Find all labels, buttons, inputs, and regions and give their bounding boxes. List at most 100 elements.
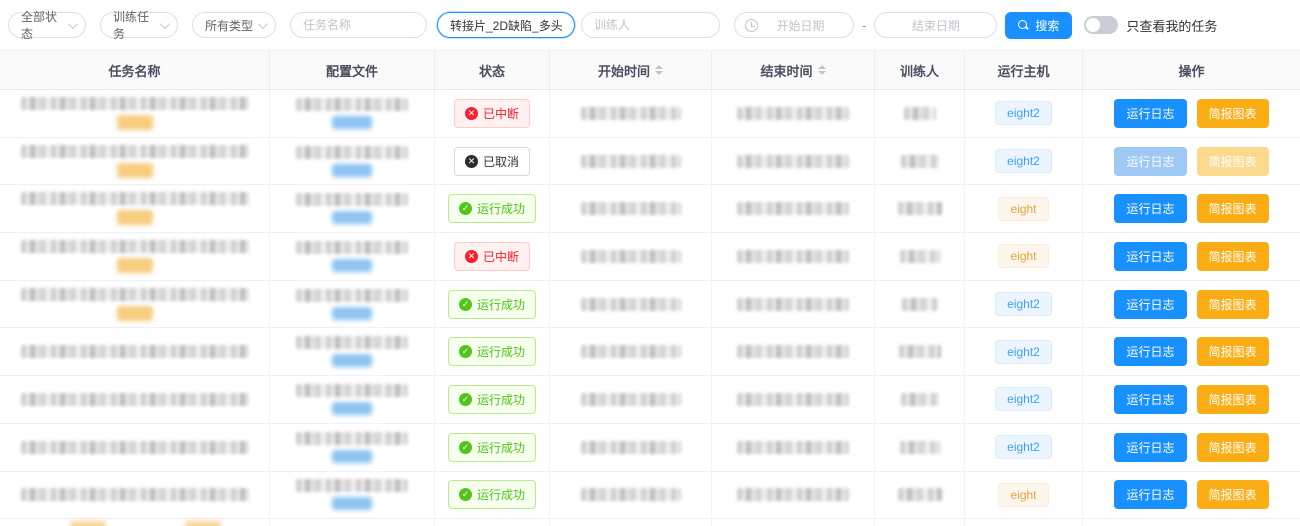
only-my-tasks-toggle[interactable] xyxy=(1084,16,1118,34)
start-time-cell xyxy=(550,376,712,424)
task-name-search-input[interactable] xyxy=(438,13,574,37)
start-time-cell xyxy=(550,233,712,281)
report-chart-button[interactable]: 简报图表 xyxy=(1197,99,1269,128)
status-cell: ✕已中断 xyxy=(435,90,550,138)
category-select[interactable]: 所有类型 xyxy=(192,12,276,38)
trainer-cell xyxy=(875,90,965,138)
host-tag: eight2 xyxy=(995,387,1052,411)
redacted-end-time xyxy=(737,202,849,215)
redacted-config-link[interactable] xyxy=(332,497,372,510)
status-label: 运行成功 xyxy=(477,391,525,408)
report-chart-button[interactable]: 简报图表 xyxy=(1197,290,1269,319)
trainer-cell xyxy=(875,519,965,526)
start-time-cell xyxy=(550,185,712,233)
start-time-cell xyxy=(550,519,712,526)
redacted-config-link[interactable] xyxy=(332,116,372,129)
status-badge: ✕已中断 xyxy=(454,242,530,271)
task-name-input[interactable] xyxy=(291,13,426,37)
sort-icon[interactable] xyxy=(818,65,826,75)
run-log-button[interactable]: 运行日志 xyxy=(1114,433,1186,462)
run-log-button[interactable]: 运行日志 xyxy=(1114,242,1186,271)
redacted-trainer xyxy=(900,441,940,454)
end-date-placeholder: 结束日期 xyxy=(885,17,986,34)
status-badge: ✕已中断 xyxy=(454,99,530,128)
redacted-task-name xyxy=(21,345,249,358)
start-date-picker[interactable]: 开始日期 xyxy=(734,12,854,38)
end-time-cell xyxy=(712,233,875,281)
start-time-cell xyxy=(550,472,712,520)
host-tag: eight2 xyxy=(995,292,1052,316)
redacted-end-time xyxy=(737,488,849,501)
column-header-start-time[interactable]: 开始时间 xyxy=(550,51,712,89)
sort-icon[interactable] xyxy=(655,65,663,75)
redacted-config-name xyxy=(296,432,408,445)
host-cell: eight2 xyxy=(965,281,1083,329)
run-log-button[interactable]: 运行日志 xyxy=(1114,480,1186,509)
start-time-cell xyxy=(550,90,712,138)
run-log-button: 运行日志 xyxy=(1114,147,1186,176)
table-header: 任务名称 配置文件 状态 开始时间 结束时间 训练人 运行主机 操作 xyxy=(0,50,1300,90)
column-header-status: 状态 xyxy=(435,51,550,89)
trainer-cell xyxy=(875,233,965,281)
end-time-cell xyxy=(712,90,875,138)
start-time-cell xyxy=(550,424,712,472)
redacted-config-link[interactable] xyxy=(332,450,372,463)
redacted-config-link[interactable] xyxy=(332,259,372,272)
actions-cell: 运行日志简报图表 xyxy=(1083,233,1300,281)
trainer-cell xyxy=(875,281,965,329)
close-circle-icon: ✕ xyxy=(465,107,478,120)
redacted-end-time xyxy=(737,250,849,263)
redacted-trainer xyxy=(904,107,936,120)
host-tag: eight2 xyxy=(995,101,1052,125)
end-date-picker[interactable]: 结束日期 xyxy=(874,12,997,38)
redacted-task-name xyxy=(21,145,249,158)
column-header-end-time[interactable]: 结束时间 xyxy=(712,51,875,89)
redacted-start-time xyxy=(581,202,681,215)
config-file-cell xyxy=(270,519,435,526)
search-button[interactable]: 搜索 xyxy=(1005,12,1072,39)
run-log-button[interactable]: 运行日志 xyxy=(1114,385,1186,414)
redacted-config-link[interactable] xyxy=(332,354,372,367)
redacted-config-link[interactable] xyxy=(332,164,372,177)
redacted-config-name xyxy=(296,384,408,397)
status-select[interactable]: 全部状态 xyxy=(8,12,86,38)
redacted-config-link[interactable] xyxy=(332,307,372,320)
status-label: 已中断 xyxy=(483,248,519,265)
table-row: ✓运行成功 eight2 运行日志简报图表 xyxy=(0,376,1300,424)
redacted-config-name xyxy=(296,98,408,111)
trainer-input[interactable] xyxy=(582,13,719,37)
status-label: 运行成功 xyxy=(477,486,525,503)
column-header-actions: 操作 xyxy=(1083,51,1300,89)
report-chart-button[interactable]: 简报图表 xyxy=(1197,480,1269,509)
report-chart-button[interactable]: 简报图表 xyxy=(1197,385,1269,414)
report-chart-button[interactable]: 简报图表 xyxy=(1197,194,1269,223)
run-log-button[interactable]: 运行日志 xyxy=(1114,337,1186,366)
host-cell: eight2 xyxy=(965,138,1083,186)
check-circle-icon: ✓ xyxy=(459,345,472,358)
redacted-task-name xyxy=(21,288,249,301)
table-row: ✓运行成功eight2运行日志简报图表 xyxy=(0,424,1300,472)
host-tag: eight2 xyxy=(995,435,1052,459)
redacted-config-name xyxy=(296,479,408,492)
check-circle-icon: ✓ xyxy=(459,202,472,215)
task-type-select[interactable]: 训练任务 xyxy=(100,12,178,38)
task-name-cell xyxy=(0,424,270,472)
redacted-task-badge xyxy=(117,210,153,225)
status-badge: ✓运行成功 xyxy=(448,385,536,414)
run-log-button[interactable]: 运行日志 xyxy=(1114,194,1186,223)
column-header-trainer: 训练人 xyxy=(875,51,965,89)
run-log-button[interactable]: 运行日志 xyxy=(1114,99,1186,128)
report-chart-button[interactable]: 简报图表 xyxy=(1197,433,1269,462)
host-cell xyxy=(965,519,1083,526)
report-chart-button[interactable]: 简报图表 xyxy=(1197,337,1269,366)
host-tag: eight xyxy=(998,483,1048,507)
redacted-config-link[interactable] xyxy=(332,211,372,224)
report-chart-button[interactable]: 简报图表 xyxy=(1197,242,1269,271)
redacted-config-link[interactable] xyxy=(332,402,372,415)
redacted-start-time xyxy=(581,298,681,311)
trainer-cell xyxy=(875,424,965,472)
run-log-button[interactable]: 运行日志 xyxy=(1114,290,1186,319)
config-file-cell xyxy=(270,328,435,376)
status-label: 运行成功 xyxy=(477,200,525,217)
redacted-task-badge xyxy=(70,521,106,526)
